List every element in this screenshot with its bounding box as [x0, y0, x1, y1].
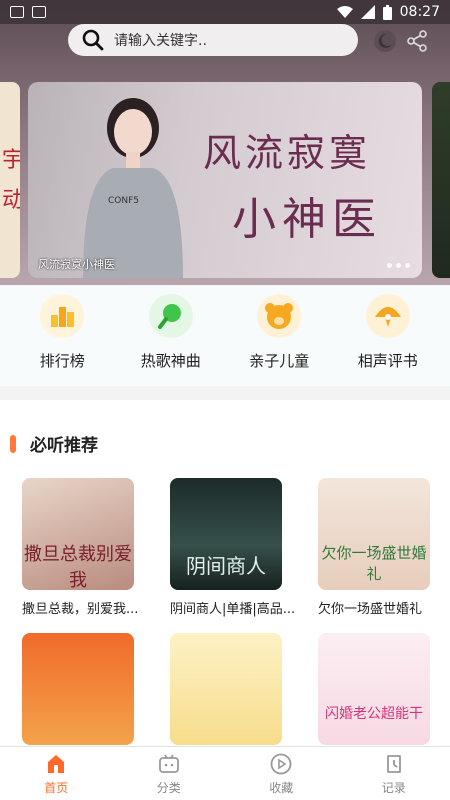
history-icon — [386, 754, 401, 773]
category-icon — [158, 754, 179, 773]
search-bar[interactable]: 请输入关键字.. — [68, 24, 358, 56]
signal-icon — [360, 5, 375, 19]
svg-text:CONF5: CONF5 — [108, 196, 139, 206]
moon-icon — [374, 30, 396, 52]
play-circle-icon — [270, 753, 292, 774]
ranking-icon — [51, 307, 75, 327]
quick-link-label: 相声评书 — [357, 352, 418, 370]
tab-favorites[interactable]: 收藏 — [225, 747, 338, 800]
status-time: 08:27 — [399, 4, 440, 20]
book-card[interactable]: 闪婚老公超能干 — [318, 633, 430, 745]
quick-link-label: 热歌神曲 — [140, 352, 201, 370]
fan-icon — [374, 307, 401, 327]
quick-link-hot-songs[interactable]: 热歌神曲 — [121, 294, 221, 386]
night-mode-button[interactable] — [370, 26, 400, 56]
wifi-icon — [336, 6, 353, 18]
status-bar: 08:27 — [0, 0, 450, 24]
share-button[interactable] — [402, 26, 432, 56]
search-placeholder: 请输入关键字.. — [114, 33, 207, 49]
next-banner-peek[interactable] — [432, 82, 450, 278]
gallery-notification-icon — [10, 6, 24, 18]
home-icon — [48, 754, 65, 773]
book-title: 阴间商人|单播|高品... — [170, 602, 296, 617]
book-cover: 闪婚老公超能干 — [318, 633, 430, 745]
quick-link-label: 亲子儿童 — [249, 352, 310, 370]
app-notification-icon — [32, 6, 46, 18]
share-icon — [407, 30, 427, 52]
bear-icon — [265, 303, 294, 329]
tab-label: 分类 — [156, 780, 181, 795]
banner-caption: 风流寂寞小神医 — [38, 258, 115, 271]
book-title: 撒旦总裁，别爱我... — [22, 602, 139, 617]
tab-category[interactable]: 分类 — [113, 747, 226, 800]
book-grid: 撒旦总裁别爱我 撒旦总裁，别爱我... 阴间商人 阴间商人|单播|高品... 欠… — [22, 478, 436, 745]
tab-home[interactable]: 首页 — [0, 747, 113, 800]
book-title: 欠你一场盛世婚礼 — [318, 602, 423, 617]
book-cover — [170, 633, 282, 745]
bottom-tab-bar: 首页 分类 收藏 记录 — [0, 746, 450, 800]
section-accent-bar — [10, 434, 16, 453]
book-cover — [22, 633, 134, 745]
book-cover: 欠你一场盛世婚礼 — [318, 478, 430, 590]
battery-icon — [382, 4, 392, 20]
quick-link-crosstalk[interactable]: 相声评书 — [338, 294, 438, 386]
search-icon — [82, 29, 104, 51]
section-title: 必听推荐 — [30, 436, 98, 456]
quick-links: 排行榜 热歌神曲 亲子儿童 相声评书 — [0, 286, 450, 386]
book-cover: 阴间商人 — [170, 478, 282, 590]
microphone-icon — [157, 304, 181, 329]
book-card[interactable]: 阴间商人 阴间商人|单播|高品... — [170, 478, 295, 617]
quick-link-label: 排行榜 — [39, 352, 85, 370]
banner-carousel[interactable]: CONF5 风流寂寞 小神医 风流寂寞小神医 — [28, 82, 422, 278]
section-header: 必听推荐 — [10, 431, 98, 456]
tab-label: 记录 — [381, 780, 406, 795]
banner-title-art: 风流寂寞 小神医 — [202, 131, 382, 245]
tab-label: 收藏 — [269, 780, 294, 795]
tab-label: 首页 — [44, 780, 69, 795]
tab-history[interactable]: 记录 — [338, 747, 450, 800]
book-card[interactable]: 欠你一场盛世婚礼 欠你一场盛世婚礼 — [318, 478, 430, 617]
book-card[interactable] — [170, 633, 282, 745]
book-cover: 撒旦总裁别爱我 — [22, 478, 134, 590]
carousel-indicator — [387, 263, 410, 268]
book-card[interactable]: 撒旦总裁别爱我 撒旦总裁，别爱我... — [22, 478, 138, 617]
recommended-section: 必听推荐 撒旦总裁别爱我 撒旦总裁，别爱我... 阴间商人 阴间商人|单播|高品… — [0, 400, 450, 746]
quick-link-kids[interactable]: 亲子儿童 — [229, 294, 329, 386]
book-card[interactable] — [22, 633, 134, 745]
quick-link-ranking[interactable]: 排行榜 — [12, 294, 112, 386]
prev-banner-peek[interactable]: 宇动 — [0, 82, 20, 278]
